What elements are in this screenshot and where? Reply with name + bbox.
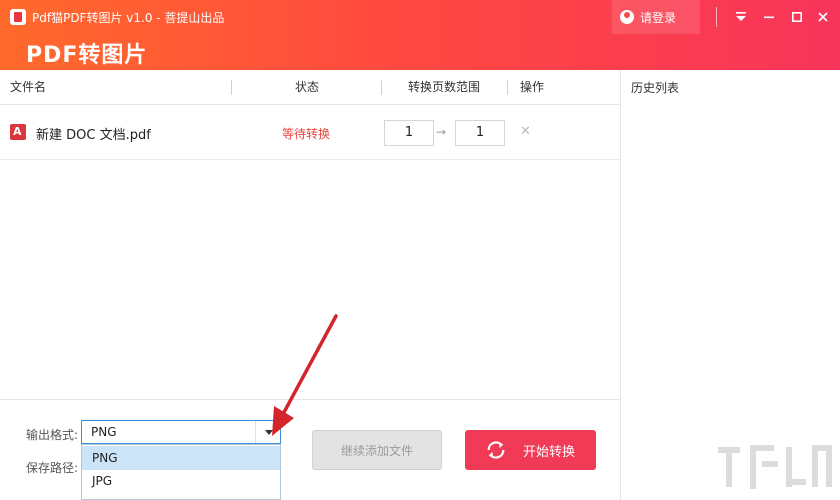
app-logo-icon xyxy=(10,9,26,25)
column-divider xyxy=(381,80,382,95)
pdf-file-icon xyxy=(10,124,26,140)
output-format-dropdown: PNG JPG BMP xyxy=(81,444,281,500)
start-convert-label: 开始转换 xyxy=(523,444,576,460)
add-files-button[interactable]: 继续添加文件 xyxy=(312,430,442,470)
column-header-filename: 文件名 xyxy=(10,80,47,94)
column-header-page-range: 转换页数范围 xyxy=(408,80,481,94)
format-option-png[interactable]: PNG xyxy=(82,446,280,470)
menu-down-icon[interactable] xyxy=(730,6,752,28)
add-files-label: 继续添加文件 xyxy=(340,443,413,458)
maximize-icon[interactable] xyxy=(786,6,808,28)
minimize-icon[interactable] xyxy=(758,6,780,28)
title-bar: Pdf猫PDF转图片 v1.0 - 菩提山出品 PDF转图片 请登录 xyxy=(0,0,840,70)
chevron-down-icon[interactable] xyxy=(255,421,281,443)
close-icon[interactable] xyxy=(812,6,834,28)
file-table-header: 文件名 状态 转换页数范围 操作 xyxy=(0,70,620,105)
output-format-label: 输出格式: xyxy=(26,428,79,442)
page-from-input[interactable]: 1 xyxy=(384,120,434,146)
column-divider xyxy=(231,80,232,95)
page-title: PDF转图片 xyxy=(26,43,148,68)
status-text: 等待转换 xyxy=(282,127,331,141)
output-format-select[interactable]: PNG xyxy=(81,420,281,444)
close-icon[interactable]: ✕ xyxy=(520,124,531,139)
refresh-icon xyxy=(487,441,505,459)
column-header-action: 操作 xyxy=(520,80,545,94)
output-format-value: PNG xyxy=(91,425,117,439)
user-icon xyxy=(620,10,634,24)
login-button[interactable]: 请登录 xyxy=(612,0,700,34)
save-path-label: 保存路径: xyxy=(26,461,79,475)
file-name: 新建 DOC 文档.pdf xyxy=(36,128,151,143)
window-title: Pdf猫PDF转图片 v1.0 - 菩提山出品 xyxy=(32,11,225,25)
table-row: 新建 DOC 文档.pdf 等待转换 1 → 1 ✕ xyxy=(0,106,620,160)
page-to-input[interactable]: 1 xyxy=(455,120,505,146)
arrow-right-icon: → xyxy=(436,125,447,139)
column-header-status: 状态 xyxy=(295,80,320,94)
format-option-bmp[interactable]: BMP xyxy=(82,492,280,499)
format-option-jpg[interactable]: JPG xyxy=(82,469,280,493)
start-convert-button[interactable]: 开始转换 xyxy=(465,430,596,470)
title-bar-divider xyxy=(716,7,717,27)
history-panel: 历史列表 xyxy=(620,70,840,500)
app-window: Pdf猫PDF转图片 v1.0 - 菩提山出品 PDF转图片 请登录 文件名 状… xyxy=(0,0,840,500)
column-divider xyxy=(507,80,508,95)
login-label: 请登录 xyxy=(640,10,677,25)
bottom-divider xyxy=(0,399,620,400)
history-title: 历史列表 xyxy=(631,81,680,95)
